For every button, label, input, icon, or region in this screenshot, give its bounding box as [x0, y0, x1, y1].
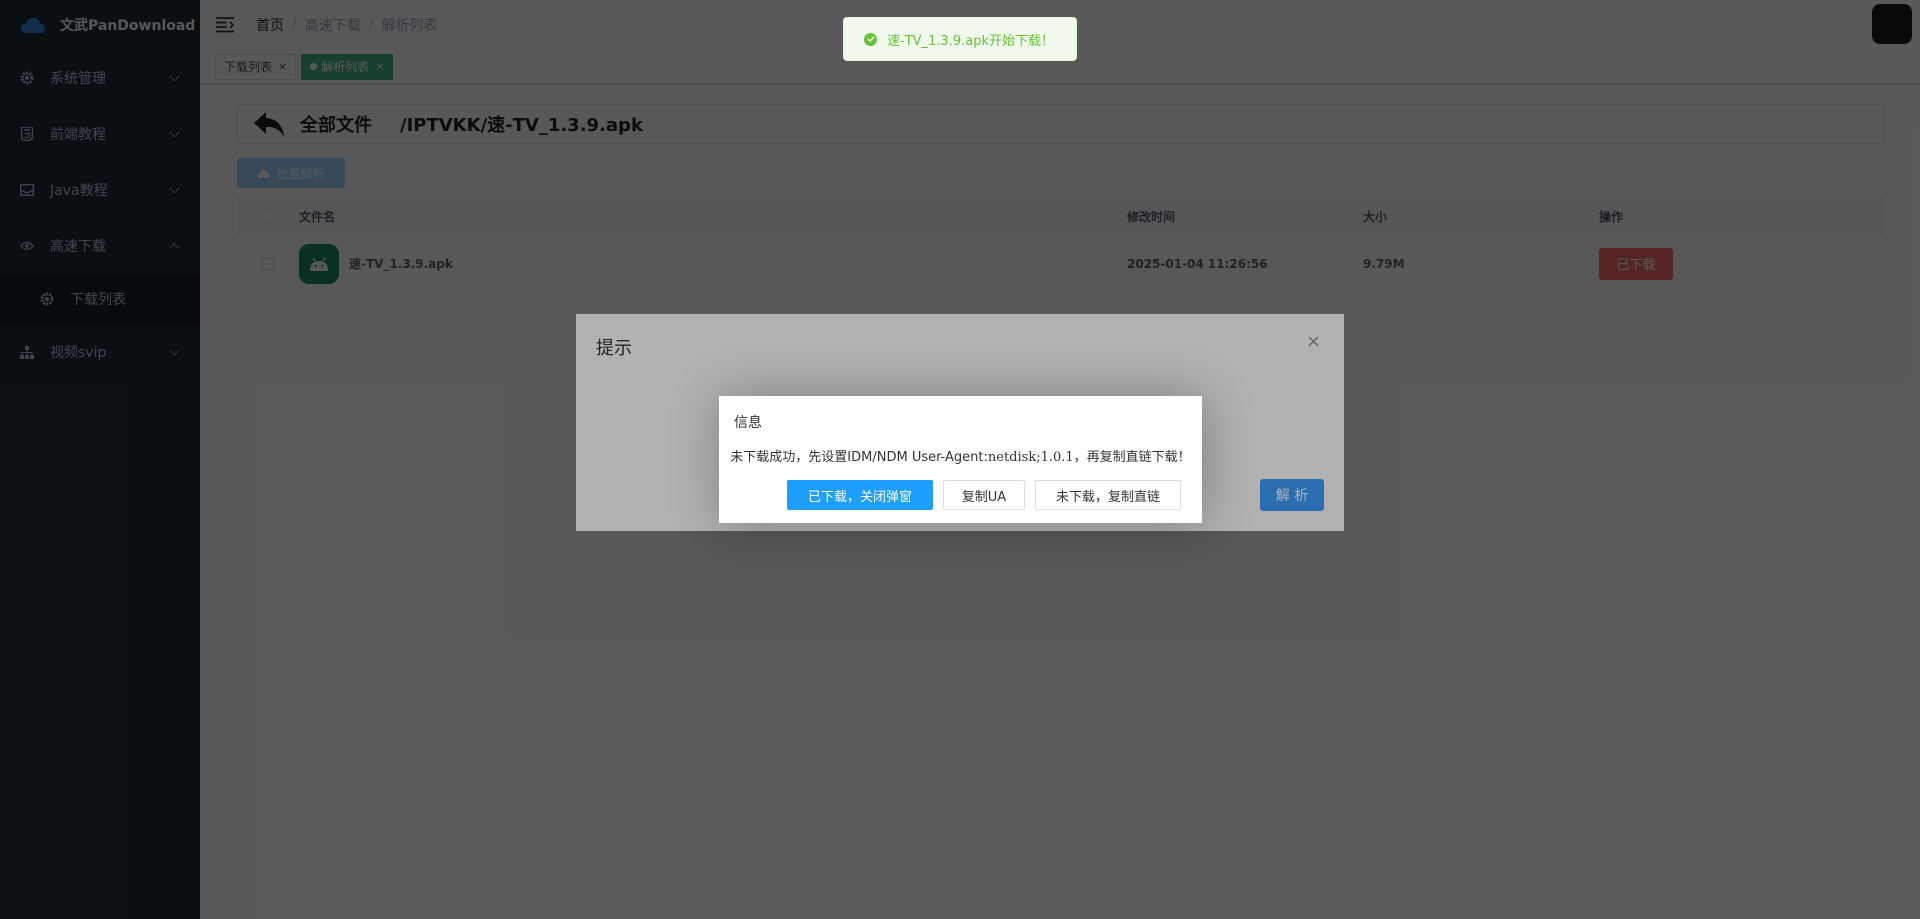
user-agent-value: netdisk;1.0.1 — [987, 450, 1074, 465]
layer-message-prefix: 未下载成功，先设置IDM/NDM User-Agent: — [730, 450, 988, 465]
layer-title: 信息 — [734, 415, 762, 431]
layer-message-suffix: ，再复制直链下载！ — [1073, 450, 1191, 465]
copy-direct-link-button[interactable]: 未下载，复制直链 — [1035, 480, 1181, 510]
downloaded-close-button[interactable]: 已下载，关闭弹窗 — [787, 480, 933, 510]
copy-ua-button[interactable]: 复制UA — [943, 480, 1025, 510]
layer-buttons: 已下载，关闭弹窗 复制UA 未下载，复制直链 — [787, 480, 1181, 510]
layer-message: 未下载成功，先设置IDM/NDM User-Agent:netdisk;1.0.… — [719, 446, 1202, 465]
info-layer: 信息 未下载成功，先设置IDM/NDM User-Agent:netdisk;1… — [719, 396, 1202, 523]
toast-message: 速-TV_1.3.9.apk开始下载！ — [887, 33, 1054, 49]
check-circle-icon — [864, 32, 877, 46]
success-toast: 速-TV_1.3.9.apk开始下载！ — [843, 17, 1077, 61]
